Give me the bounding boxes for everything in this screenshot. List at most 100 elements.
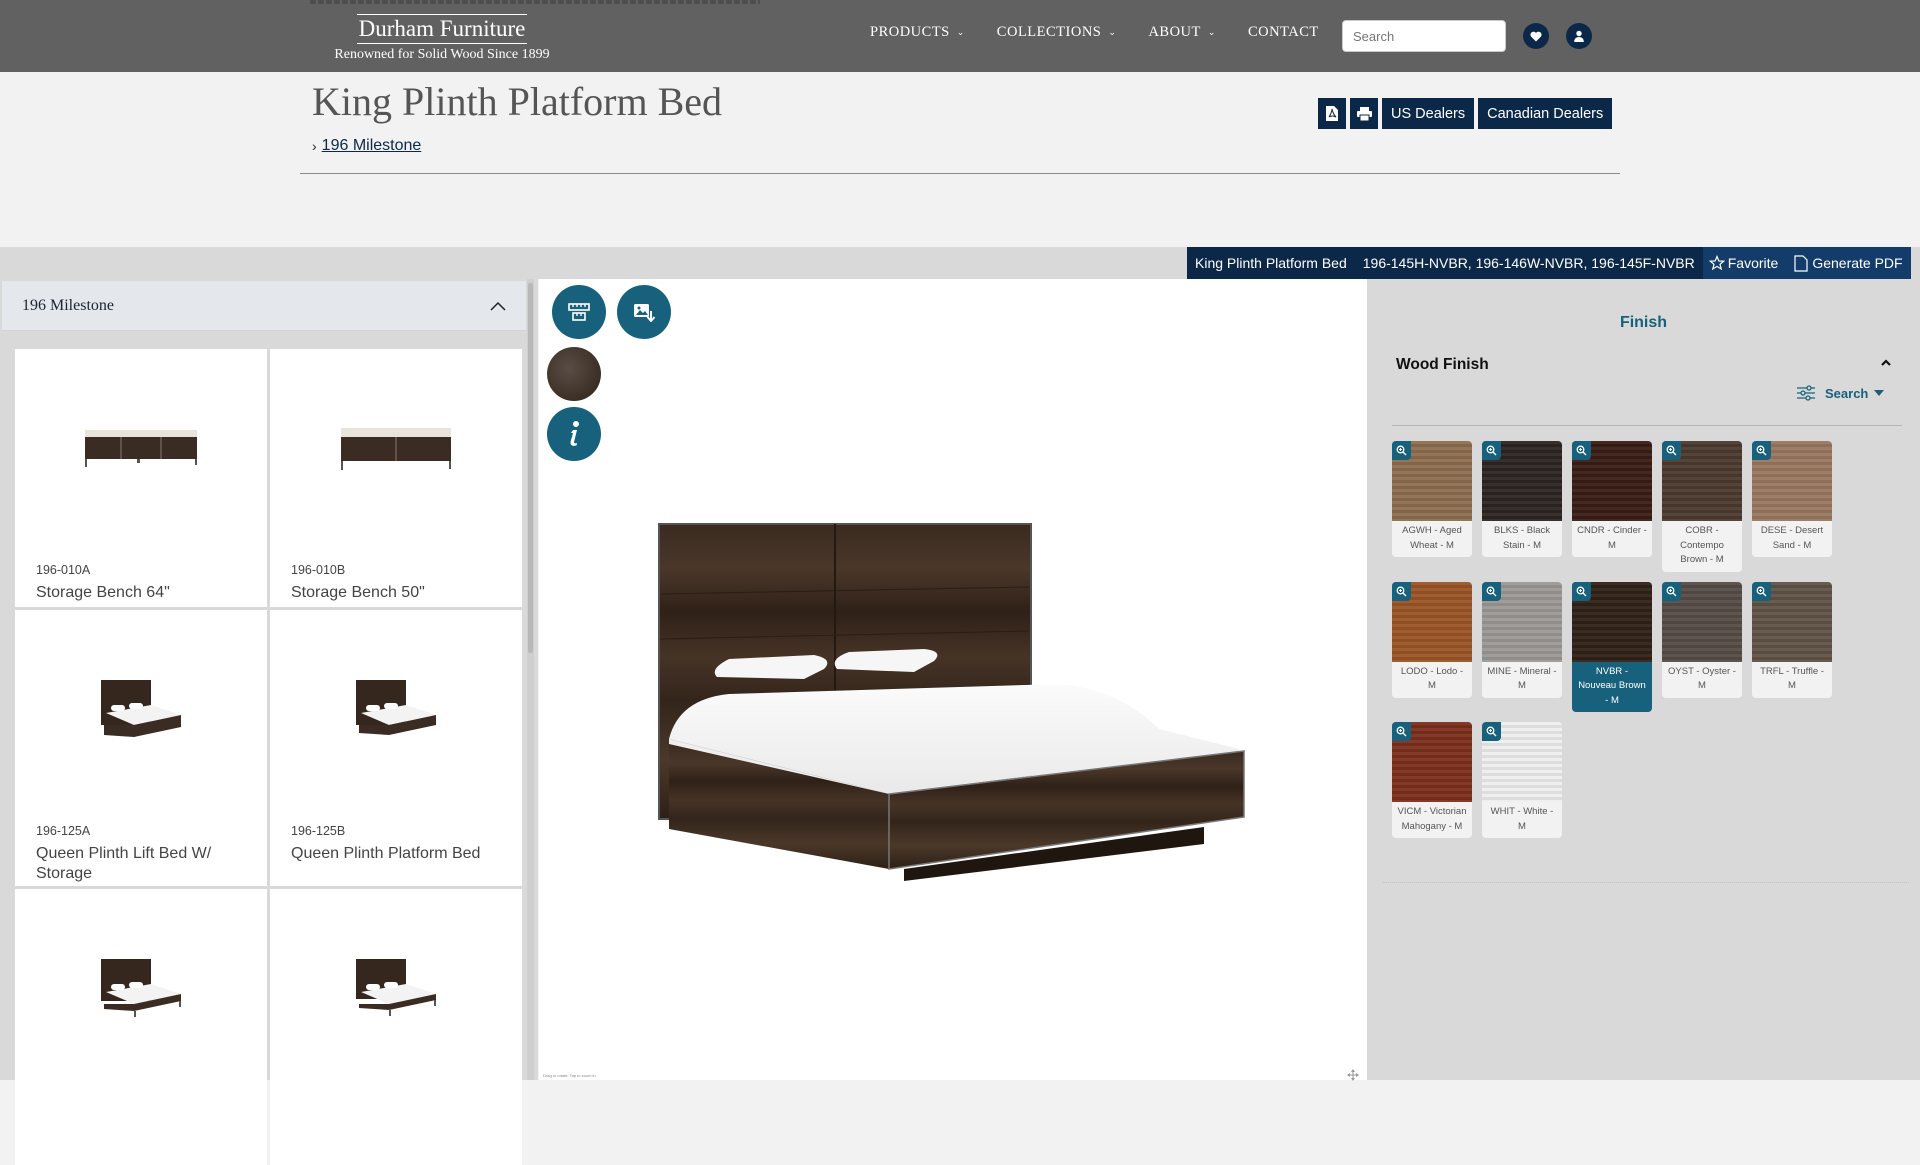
- swatch-label: NVBR - Nouveau Brown - M: [1578, 665, 1646, 706]
- finish-swatch[interactable]: DESE - Desert Sand - M: [1752, 441, 1832, 557]
- site-header: Durham Furniture Renowned for Solid Wood…: [0, 0, 1920, 72]
- caret-down-icon: [1874, 390, 1885, 396]
- swatch-label: COBR - Contempo Brown - M: [1680, 525, 1724, 565]
- nav-collections[interactable]: COLLECTIONS ⌄: [997, 24, 1117, 41]
- scrollbar-thumb[interactable]: [528, 283, 533, 653]
- swatch-label: WHIT - White - M: [1490, 806, 1554, 832]
- generate-pdf-label: Generate PDF: [1812, 255, 1903, 271]
- canadian-dealers-button[interactable]: Canadian Dealers: [1478, 98, 1613, 129]
- product-render[interactable]: [639, 509, 1279, 889]
- product-name: Storage Bench 50": [291, 584, 425, 601]
- product-card[interactable]: 196-010B Storage Bench 50": [270, 349, 522, 607]
- heart-icon: [1530, 31, 1542, 41]
- finish-swatch[interactable]: VICM - Victorian Mahogany - M: [1392, 722, 1472, 838]
- zoom-in-icon[interactable]: [1392, 441, 1411, 460]
- logo-name: Durham Furniture: [356, 14, 528, 44]
- finish-swatch[interactable]: LODO - Lodo - M: [1392, 581, 1472, 698]
- info-icon: [570, 421, 579, 446]
- top-breadcrumb-strip: [310, 0, 760, 4]
- product-image: [15, 889, 267, 1089]
- zoom-in-icon[interactable]: [1572, 581, 1591, 601]
- zoom-in-icon[interactable]: [1662, 581, 1681, 601]
- dimensions-button[interactable]: [552, 285, 606, 339]
- print-icon: [1356, 106, 1372, 121]
- page-actions: US Dealers Canadian Dealers: [1318, 98, 1613, 129]
- zoom-in-icon[interactable]: [1752, 441, 1771, 460]
- collection-accordion-header[interactable]: 196 Milestone: [2, 281, 526, 331]
- selected-finish-swatch[interactable]: [547, 347, 601, 401]
- finish-swatch[interactable]: BLKS - Black Stain - M: [1482, 441, 1562, 557]
- download-image-button[interactable]: [617, 285, 671, 339]
- product-info-bar: King Plinth Platform Bed 196-145H-NVBR, …: [1187, 247, 1911, 279]
- favorite-link[interactable]: Favorite: [1708, 255, 1778, 271]
- logo[interactable]: Durham Furniture Renowned for Solid Wood…: [318, 14, 566, 64]
- move-icon[interactable]: [1347, 1069, 1359, 1081]
- viewer-hint: Drag to rotate. Tap to zoom in.: [543, 1073, 597, 1078]
- filter-label: Search: [1825, 385, 1869, 401]
- finish-swatch[interactable]: AGWH - Aged Wheat - M: [1392, 441, 1472, 557]
- nav-products[interactable]: PRODUCTS ⌄: [870, 24, 965, 41]
- zoom-in-icon[interactable]: [1482, 722, 1501, 741]
- product-skus: 196-145H-NVBR, 196-146W-NVBR, 196-145F-N…: [1362, 255, 1695, 271]
- product-card[interactable]: [270, 889, 522, 1165]
- zoom-in-icon[interactable]: [1482, 581, 1501, 601]
- print-button[interactable]: [1350, 98, 1378, 129]
- chevron-up-icon[interactable]: [1880, 358, 1892, 366]
- zoom-in-icon[interactable]: [1662, 441, 1681, 460]
- finish-swatch-grid: AGWH - Aged Wheat - M BLKS - Black Stain …: [1392, 441, 1852, 838]
- finish-swatch[interactable]: WHIT - White - M: [1482, 722, 1562, 838]
- product-viewer[interactable]: Drag to rotate. Tap to zoom in.: [539, 279, 1367, 1081]
- zoom-in-icon[interactable]: [1392, 581, 1411, 601]
- info-button[interactable]: [547, 407, 601, 461]
- pdf-icon: [1326, 106, 1338, 121]
- nav-about[interactable]: ABOUT ⌄: [1148, 24, 1216, 41]
- chevron-up-icon[interactable]: [490, 301, 506, 311]
- breadcrumb: › 196 Milestone: [312, 137, 421, 155]
- product-sku: 196-125B: [291, 824, 346, 838]
- pdf-button[interactable]: [1318, 98, 1346, 129]
- zoom-in-icon[interactable]: [1482, 441, 1501, 460]
- generate-pdf-link[interactable]: Generate PDF: [1794, 254, 1903, 272]
- product-card[interactable]: 196-125A Queen Plinth Lift Bed W/ Storag…: [15, 610, 267, 886]
- finish-swatch[interactable]: COBR - Contempo Brown - M: [1662, 441, 1742, 572]
- search-input[interactable]: [1353, 28, 1529, 44]
- finish-panel: Finish Wood Finish Search AGWH - Aged Wh…: [1367, 279, 1920, 1080]
- swatch-label: BLKS - Black Stain - M: [1494, 525, 1550, 551]
- main-nav: PRODUCTS ⌄ COLLECTIONS ⌄ ABOUT ⌄ CONTACT: [870, 24, 1351, 41]
- us-dealers-button[interactable]: US Dealers: [1382, 98, 1475, 129]
- zoom-in-icon[interactable]: [1752, 581, 1771, 601]
- finish-swatch[interactable]: NVBR - Nouveau Brown - M: [1572, 581, 1652, 712]
- product-card[interactable]: 196-010A Storage Bench 64": [15, 349, 267, 607]
- wood-finish-heading[interactable]: Wood Finish: [1396, 356, 1489, 374]
- zoom-in-icon[interactable]: [1392, 722, 1411, 741]
- page-title: King Plinth Platform Bed: [312, 79, 722, 124]
- product-card[interactable]: [15, 889, 267, 1165]
- product-image: [270, 349, 522, 549]
- account-button[interactable]: [1566, 23, 1592, 49]
- collection-panel: 196 Milestone 196-010A Storage Bench 64"…: [0, 279, 538, 1165]
- product-name: Queen Plinth Lift Bed W/ Storage: [36, 845, 212, 882]
- favorites-button[interactable]: [1523, 23, 1549, 49]
- swatch-label: DESE - Desert Sand - M: [1760, 525, 1824, 551]
- product-name: King Plinth Platform Bed: [1195, 255, 1347, 271]
- product-image: [270, 610, 522, 810]
- finish-search-filter[interactable]: Search: [1797, 385, 1885, 401]
- search-box: [1342, 20, 1529, 52]
- product-name: Storage Bench 64": [36, 584, 170, 601]
- nav-contact[interactable]: CONTACT: [1248, 24, 1319, 41]
- finish-swatch[interactable]: OYST - Oyster - M: [1662, 581, 1742, 698]
- zoom-in-icon[interactable]: [1572, 441, 1591, 460]
- swatch-label: AGWH - Aged Wheat - M: [1402, 525, 1462, 551]
- finish-swatch[interactable]: MINE - Mineral - M: [1482, 581, 1562, 698]
- finish-swatch[interactable]: TRFL - Truffle - M: [1752, 581, 1832, 698]
- breadcrumb-collection-link[interactable]: 196 Milestone: [322, 137, 422, 155]
- product-image: [15, 349, 267, 549]
- nav-label: PRODUCTS: [870, 24, 950, 40]
- divider: [1383, 882, 1909, 883]
- swatch-label: TRFL - Truffle - M: [1760, 665, 1824, 692]
- chevron-down-icon: ⌄: [956, 27, 965, 37]
- finish-swatch[interactable]: CNDR - Cinder - M: [1572, 441, 1652, 557]
- product-card[interactable]: 196-125B Queen Plinth Platform Bed: [270, 610, 522, 886]
- chevron-down-icon: ⌄: [1207, 27, 1216, 37]
- chevron-down-icon: ⌄: [1108, 27, 1117, 37]
